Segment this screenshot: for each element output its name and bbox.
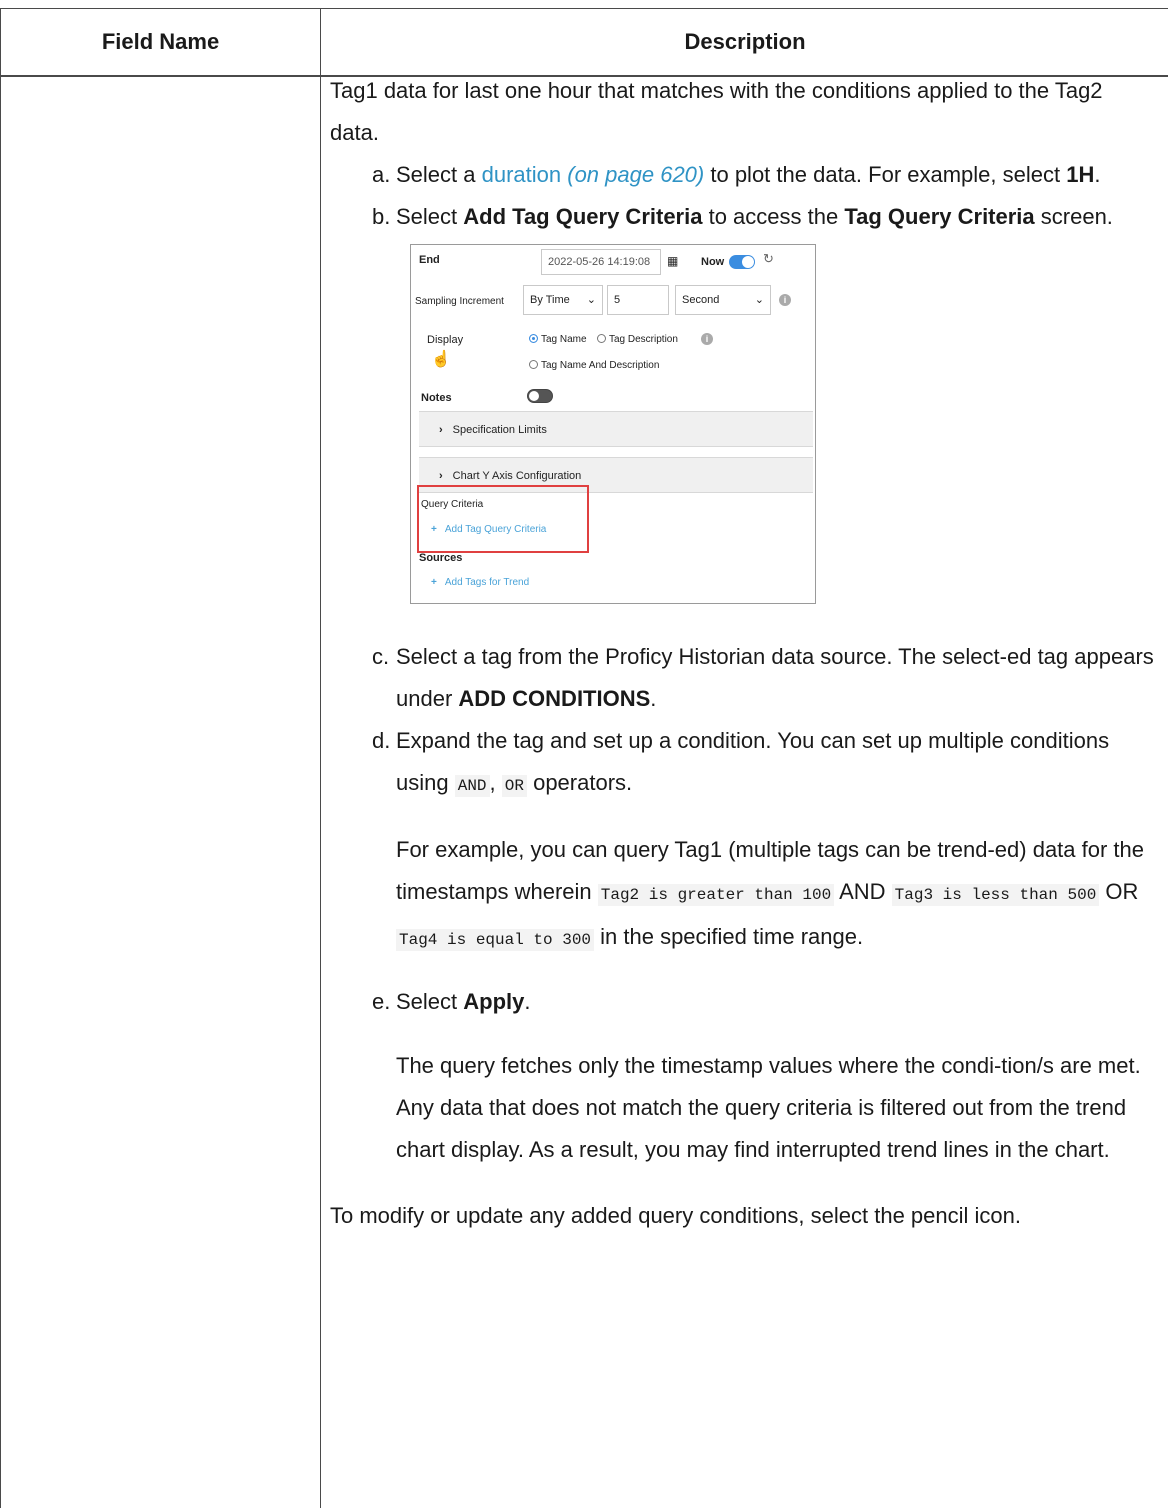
step-text: operators. bbox=[526, 770, 633, 795]
header-description: Description bbox=[684, 29, 806, 54]
sampling-increment-label: Sampling Increment bbox=[415, 296, 504, 307]
step-text: . bbox=[1094, 162, 1101, 187]
description-cell: Tag1 data for last one hour that matches… bbox=[330, 70, 1156, 1237]
radio-tag-name-and-description[interactable]: Tag Name And Description bbox=[529, 359, 659, 373]
header-field-name: Field Name bbox=[101, 29, 220, 54]
table-header-row: Field Name Description bbox=[1, 9, 1168, 77]
hand-cursor-icon: ☝ bbox=[431, 351, 451, 368]
column-divider bbox=[320, 9, 321, 1508]
emphasis: Apply bbox=[463, 989, 525, 1014]
step-d: d. Expand the tag and set up a condition… bbox=[330, 720, 1156, 961]
plus-icon: + bbox=[431, 577, 437, 588]
emphasis: ADD CONDITIONS bbox=[458, 686, 651, 711]
display-label: Display bbox=[427, 334, 464, 346]
radio-tag-description[interactable]: Tag Description bbox=[597, 333, 678, 347]
calendar-icon[interactable]: ▦ bbox=[667, 254, 678, 268]
step-text: Select bbox=[396, 989, 464, 1014]
sampling-unit-select[interactable]: Second ⌄ bbox=[675, 285, 771, 315]
plus-icon: + bbox=[431, 524, 437, 535]
sources-label: Sources bbox=[419, 552, 463, 564]
step-a: a. Select a duration (on page 620) to pl… bbox=[330, 154, 1156, 196]
info-icon[interactable]: i bbox=[779, 294, 791, 306]
step-e: e. Select Apply. The query fetches only … bbox=[330, 981, 1156, 1171]
info-icon[interactable]: i bbox=[701, 333, 713, 345]
emphasis: Add Tag Query Criteria bbox=[463, 204, 703, 229]
radio-tag-name[interactable]: Tag Name bbox=[529, 333, 587, 347]
chevron-right-icon: › bbox=[439, 424, 443, 436]
result-paragraph: The query fetches only the timestamp val… bbox=[396, 1053, 1141, 1162]
step-b: b. Select Add Tag Query Criteria to acce… bbox=[330, 196, 1156, 636]
end-label: End bbox=[419, 254, 440, 266]
duration-link[interactable]: duration (on page 620) bbox=[482, 162, 705, 187]
step-marker: c. bbox=[372, 644, 390, 669]
step-text: Select bbox=[396, 204, 464, 229]
now-toggle[interactable] bbox=[729, 255, 755, 269]
specification-limits-section[interactable]: › Specification Limits bbox=[419, 411, 813, 447]
chevron-right-icon: › bbox=[439, 470, 443, 482]
query-criteria-label: Query Criteria bbox=[421, 499, 484, 510]
code-and: AND bbox=[454, 775, 490, 797]
now-label: Now bbox=[701, 256, 725, 268]
closing-paragraph: To modify or update any added query cond… bbox=[330, 1203, 1021, 1228]
code-condition: Tag2 is greater than 100 bbox=[597, 884, 835, 906]
sampling-value-input[interactable]: 5 bbox=[607, 285, 669, 315]
refresh-icon[interactable]: ↻ bbox=[763, 252, 774, 266]
step-text: . bbox=[524, 989, 531, 1014]
emphasis: Tag Query Criteria bbox=[844, 204, 1035, 229]
code-condition: Tag3 is less than 500 bbox=[891, 884, 1100, 906]
step-text: , bbox=[489, 770, 502, 795]
end-datetime-field[interactable]: 2022-05-26 14:19:08 bbox=[541, 249, 661, 275]
tag-query-screenshot: End 2022-05-26 14:19:08 ▦ Now ↻ Sampling… bbox=[410, 244, 816, 604]
step-text: to access the bbox=[702, 204, 845, 229]
emphasis: 1H bbox=[1066, 162, 1095, 187]
add-tag-query-criteria-link[interactable]: + Add Tag Query Criteria bbox=[431, 523, 546, 537]
steps-list: a. Select a duration (on page 620) to pl… bbox=[330, 154, 1156, 1171]
chevron-down-icon: ⌄ bbox=[754, 294, 764, 306]
step-c: c. Select a tag from the Proficy Histori… bbox=[330, 636, 1156, 720]
step-text: screen. bbox=[1034, 204, 1113, 229]
code-or: OR bbox=[501, 775, 527, 797]
step-marker: e. bbox=[372, 989, 391, 1014]
step-text: . bbox=[650, 686, 657, 711]
notes-label: Notes bbox=[421, 392, 452, 404]
step-text: Select a bbox=[396, 162, 482, 187]
notes-toggle[interactable] bbox=[527, 389, 553, 403]
intro-paragraph: Tag1 data for last one hour that matches… bbox=[330, 78, 1103, 145]
step-marker: a. bbox=[372, 162, 391, 187]
query-criteria-highlight bbox=[417, 485, 589, 553]
example-paragraph: For example, you can query Tag1 (multipl… bbox=[396, 837, 1145, 951]
step-marker: b. bbox=[372, 204, 391, 229]
add-tags-for-trend-link[interactable]: + Add Tags for Trend bbox=[431, 576, 529, 590]
code-condition: Tag4 is equal to 300 bbox=[396, 929, 595, 951]
chevron-down-icon: ⌄ bbox=[586, 294, 596, 306]
sampling-mode-select[interactable]: By Time ⌄ bbox=[523, 285, 603, 315]
step-text: to plot the data. For example, select bbox=[704, 162, 1067, 187]
step-marker: d. bbox=[372, 728, 391, 753]
